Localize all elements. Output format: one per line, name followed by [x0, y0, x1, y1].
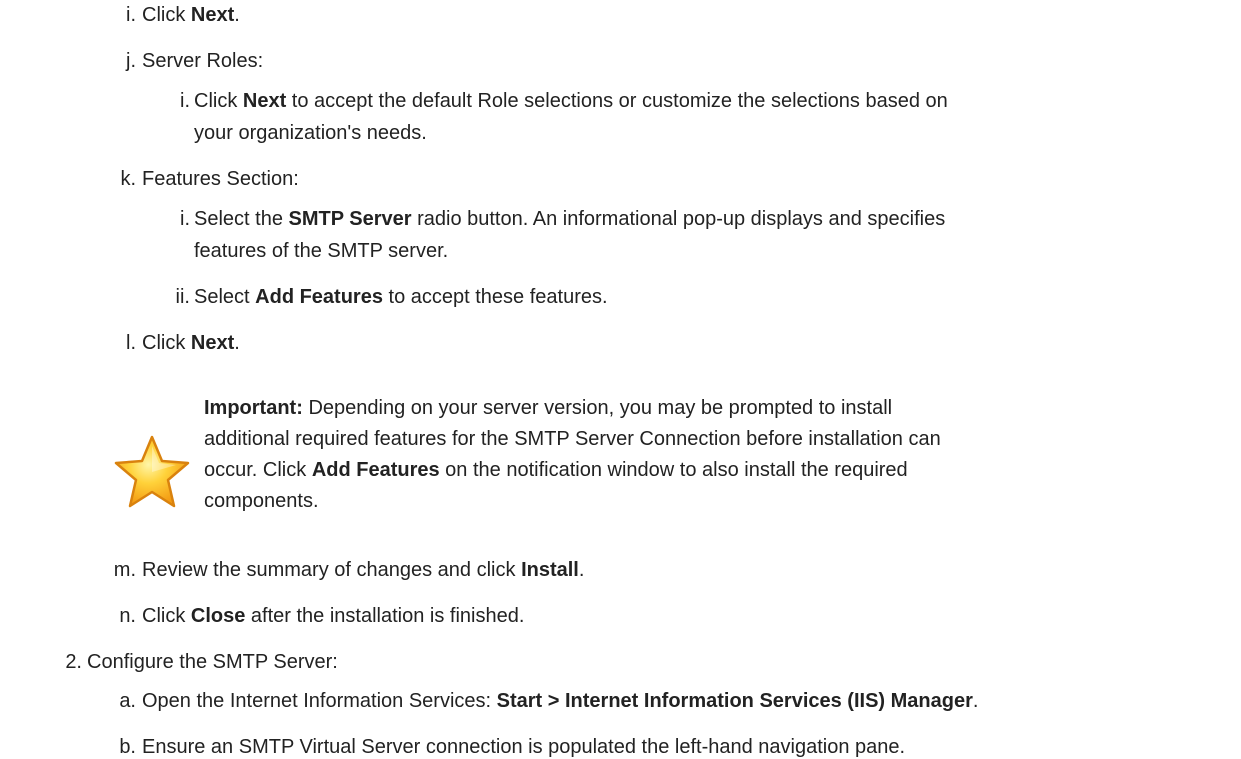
list-marker-j: j.	[126, 50, 136, 72]
list-marker-i: i.	[126, 4, 136, 26]
important-note-line3: occur. Click Add Features on the notific…	[204, 459, 908, 481]
step-k-i-line2: features of the SMTP server.	[194, 240, 449, 262]
list-marker-k-i: i.	[180, 208, 190, 230]
step-k-ii: Select Add Features to accept these feat…	[194, 286, 608, 308]
star-icon	[114, 435, 190, 508]
step-j-server-roles: Server Roles:	[142, 50, 264, 72]
list-marker-2: 2.	[65, 651, 82, 673]
list-marker-l: l.	[126, 332, 136, 354]
step-i-click-next: Click Next.	[142, 4, 240, 26]
list-marker-2-a: a.	[119, 690, 136, 712]
step-m-review-install: Review the summary of changes and click …	[142, 559, 585, 581]
important-note-line1: Important: Depending on your server vers…	[204, 397, 893, 419]
list-marker-m: m.	[113, 559, 136, 581]
list-marker-2-b: b.	[119, 736, 136, 758]
important-note-line2: additional required features for the SMT…	[204, 428, 941, 450]
step-l-click-next: Click Next.	[142, 332, 240, 354]
step-k-features-section: Features Section:	[142, 168, 299, 190]
step-j-i-line1: Click Next to accept the default Role se…	[194, 90, 948, 112]
list-marker-k: k.	[120, 168, 136, 190]
list-marker-j-i: i.	[180, 90, 190, 112]
important-note-line4: components.	[204, 490, 319, 512]
step-2-a-open-iis: Open the Internet Information Services: …	[142, 690, 979, 712]
step-n-click-close: Click Close after the installation is fi…	[142, 605, 525, 627]
step-2-configure-smtp: Configure the SMTP Server:	[87, 651, 338, 673]
list-marker-n: n.	[119, 605, 136, 627]
list-marker-k-ii: ii.	[175, 286, 190, 308]
step-2-b-ensure-smtp: Ensure an SMTP Virtual Server connection…	[142, 736, 906, 758]
step-j-i-line2: your organization's needs.	[194, 122, 427, 144]
step-k-i-line1: Select the SMTP Server radio button. An …	[194, 208, 946, 230]
